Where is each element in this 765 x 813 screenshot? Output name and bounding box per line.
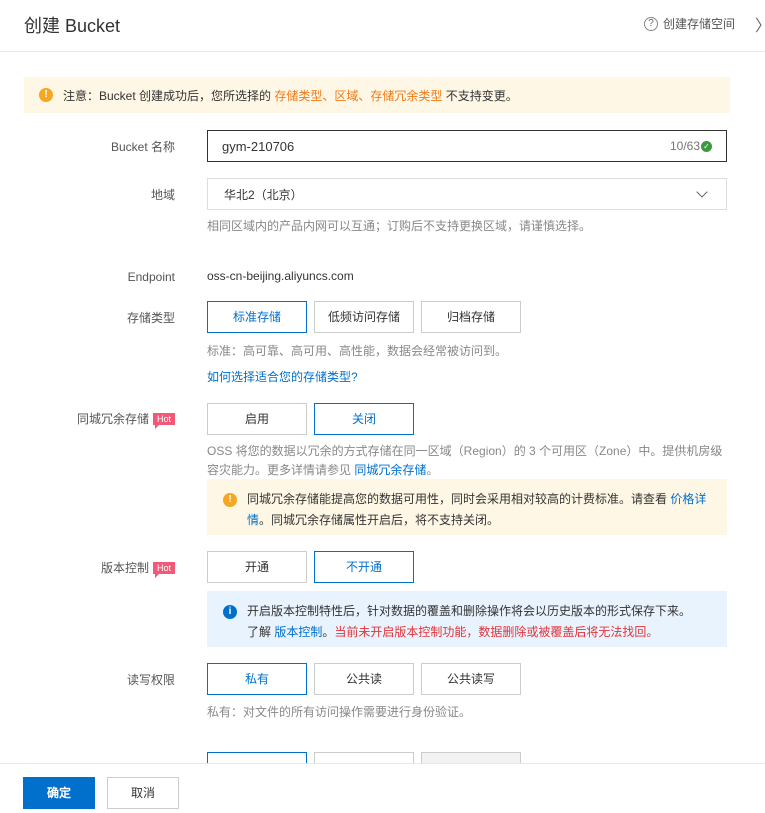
- region-select[interactable]: 华北2（北京）: [207, 178, 727, 210]
- notice-prefix: 注意：Bucket 创建成功后，您所选择的: [63, 88, 275, 103]
- char-counter-text: 10/63: [669, 139, 700, 153]
- help-link[interactable]: ? 创建存储空间: [644, 15, 735, 32]
- bucket-name-label: Bucket 名称: [110, 140, 175, 154]
- region-hint: 相同区域内的产品内网可以互通；订购后不支持更换区域，请谨慎选择。: [207, 219, 592, 233]
- redundancy-option-disable[interactable]: 关闭: [314, 403, 414, 435]
- info-icon: i: [223, 605, 237, 619]
- versioning-option-off[interactable]: 不开通: [314, 551, 414, 583]
- dialog-title: 创建 Bucket: [24, 16, 121, 36]
- versioning-tip-sep: 。: [322, 625, 335, 639]
- versioning-tip-text: 开启版本控制特性后，针对数据的覆盖和删除操作将会以历史版本的形式保存下来。 了解…: [247, 601, 692, 639]
- redundancy-hint-end: 。: [426, 463, 439, 477]
- cancel-button[interactable]: 取消: [107, 777, 179, 809]
- next-option-partial[interactable]: [207, 752, 307, 763]
- redundancy-tip: ! 同城冗余存储能提高您的数据可用性，同时会采用相对较高的计费标准。请查看 价格…: [207, 479, 727, 535]
- region-label: 地域: [150, 188, 175, 202]
- notice-highlight: 存储类型、区域、存储冗余类型: [274, 88, 443, 103]
- notice-banner: ! 注意：Bucket 创建成功后，您所选择的 存储类型、区域、存储冗余类型 不…: [24, 77, 730, 113]
- redundancy-tip-body: 同城冗余存储能提高您的数据可用性，同时会采用相对较高的计费标准。请查看: [247, 492, 671, 506]
- char-counter: 10/63 ✓: [670, 139, 712, 153]
- redundancy-label: 同城冗余存储 Hot: [24, 410, 175, 429]
- help-label: 创建存储空间: [663, 17, 736, 31]
- next-option-partial[interactable]: [314, 752, 414, 763]
- versioning-label: 版本控制 Hot: [24, 559, 175, 578]
- versioning-option-on[interactable]: 开通: [207, 551, 307, 583]
- dialog-footer: 确定 取消: [0, 763, 765, 813]
- versioning-tip-line1: 开启版本控制特性后，针对数据的覆盖和删除操作将会以历史版本的形式保存下来。: [247, 604, 692, 618]
- redundancy-tip-end: 。同城冗余存储属性开启后，将不支持关闭。: [259, 513, 500, 527]
- storage-class-hint: 标准：高可靠、高可用、高性能，数据会经常被访问到。: [207, 344, 508, 358]
- confirm-button[interactable]: 确定: [23, 777, 95, 809]
- bucket-name-value: gym-210706: [222, 138, 295, 154]
- storage-class-label: 存储类型: [126, 311, 175, 325]
- close-icon[interactable]: 〉: [755, 12, 765, 36]
- bucket-name-input[interactable]: gym-210706 10/63 ✓: [207, 130, 727, 162]
- region-selected: 华北2（北京）: [224, 187, 303, 202]
- storage-option-ia[interactable]: 低频访问存储: [314, 301, 414, 333]
- hot-badge: Hot: [152, 562, 175, 578]
- versioning-tip-prefix: 了解: [247, 625, 275, 639]
- redundancy-hint-text: OSS 将您的数据以冗余的方式存储在同一区域（Region）的 3 个可用区（Z…: [207, 444, 723, 477]
- acl-label: 读写权限: [126, 673, 175, 687]
- acl-option-public-read[interactable]: 公共读: [314, 663, 414, 695]
- versioning-tip: i 开启版本控制特性后，针对数据的覆盖和删除操作将会以历史版本的形式保存下来。 …: [207, 591, 727, 647]
- check-icon: ✓: [701, 140, 712, 152]
- notice-suffix: 不支持变更。: [442, 88, 518, 103]
- redundancy-option-enable[interactable]: 启用: [207, 403, 307, 435]
- warning-icon: !: [39, 88, 53, 102]
- notice-text: 注意：Bucket 创建成功后，您所选择的 存储类型、区域、存储冗余类型 不支持…: [63, 87, 518, 104]
- question-icon: ?: [644, 16, 658, 31]
- acl-hint: 私有：对文件的所有访问操作需要进行身份验证。: [207, 705, 472, 719]
- redundancy-doc-link[interactable]: 同城冗余存储: [354, 463, 426, 477]
- storage-class-help-link[interactable]: 如何选择适合您的存储类型?: [207, 368, 358, 387]
- redundancy-tip-text: 同城冗余存储能提高您的数据可用性，同时会采用相对较高的计费标准。请查看 价格详情…: [247, 489, 713, 527]
- acl-option-public-read-write[interactable]: 公共读写: [421, 663, 521, 695]
- versioning-label-text: 版本控制: [100, 561, 149, 575]
- storage-option-standard[interactable]: 标准存储: [207, 301, 307, 333]
- warning-icon: !: [223, 493, 237, 507]
- versioning-doc-link[interactable]: 版本控制: [274, 625, 322, 639]
- next-option-partial[interactable]: [421, 752, 521, 763]
- versioning-warning: 当前未开启版本控制功能，数据删除或被覆盖后将无法找回。: [334, 625, 659, 639]
- dialog-header: 创建 Bucket ? 创建存储空间 〉: [0, 0, 765, 52]
- acl-option-private[interactable]: 私有: [207, 663, 307, 695]
- endpoint-label: Endpoint: [127, 270, 175, 284]
- hot-badge: Hot: [152, 413, 175, 429]
- redundancy-hint: OSS 将您的数据以冗余的方式存储在同一区域（Region）的 3 个可用区（Z…: [207, 442, 727, 480]
- chevron-down-icon: [696, 186, 708, 198]
- redundancy-label-text: 同城冗余存储: [76, 412, 149, 426]
- endpoint-value: oss-cn-beijing.aliyuncs.com: [207, 269, 354, 283]
- storage-option-archive[interactable]: 归档存储: [421, 301, 521, 333]
